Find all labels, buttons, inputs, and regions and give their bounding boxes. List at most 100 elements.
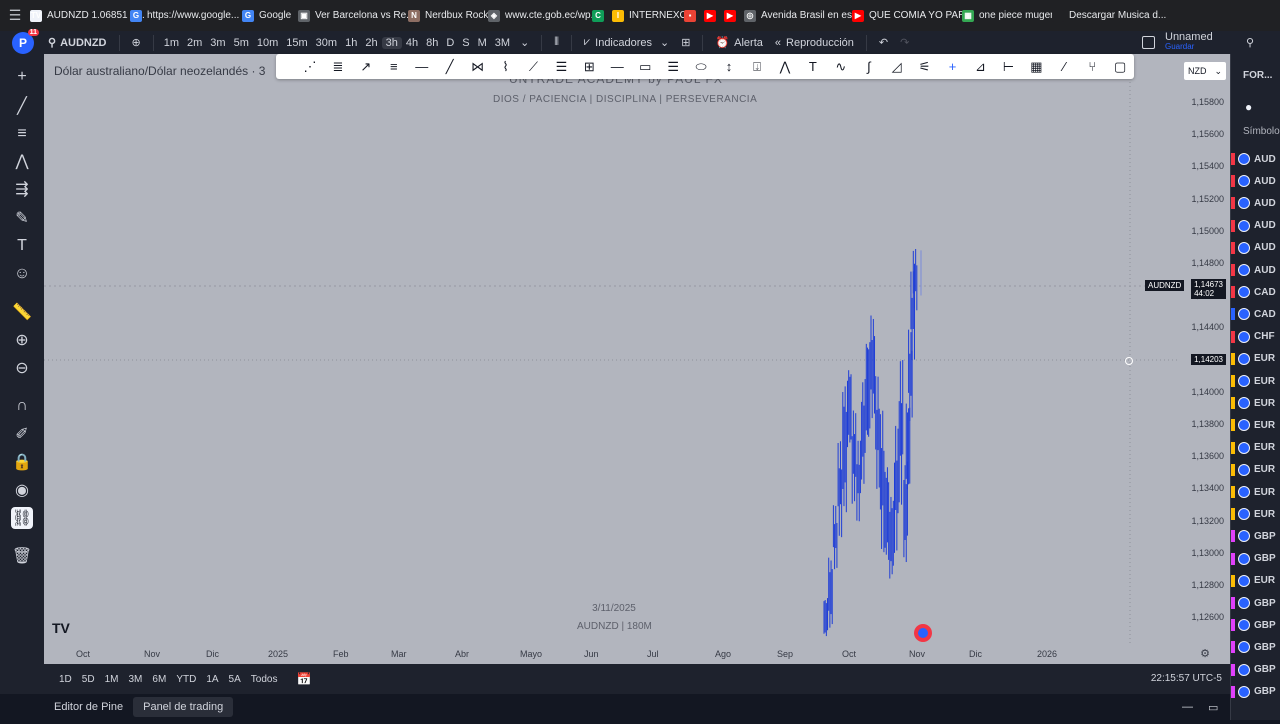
magnet-tool[interactable]: ∩ xyxy=(11,395,33,417)
watchlist-row[interactable]: EUR xyxy=(1231,570,1280,592)
watchlist-row[interactable]: AUD xyxy=(1231,215,1280,237)
watchlist-row[interactable]: GBP xyxy=(1231,681,1280,703)
bookmark-item[interactable]: I INTERNEXO xyxy=(606,0,687,31)
icon-tool[interactable]: ☺ xyxy=(11,263,33,285)
menu-icon[interactable]: ☰ xyxy=(6,0,24,31)
panel-tab[interactable]: Editor de Pine xyxy=(44,697,133,717)
timeframe-button[interactable]: 2h xyxy=(361,37,381,49)
timeframe-button[interactable]: 3m xyxy=(206,37,229,49)
zoom-in-tool[interactable]: ⊕ xyxy=(11,329,33,351)
watchlist-row[interactable]: EUR xyxy=(1231,414,1280,436)
forecast-tool[interactable]: ⇶ xyxy=(11,178,33,200)
horizontal-line-tool[interactable]: — xyxy=(408,56,436,78)
bookmark-item[interactable]: ▶ xyxy=(698,0,718,31)
text-note-tool[interactable]: ⌇ xyxy=(492,56,520,78)
watchlist-row[interactable]: GBP xyxy=(1231,548,1280,570)
redo-button[interactable]: ↷ xyxy=(894,36,915,49)
crosshair-tool[interactable]: + xyxy=(11,66,33,88)
timeframe-button[interactable]: 3h xyxy=(381,36,402,49)
watchlist-row[interactable]: GBP xyxy=(1231,614,1280,636)
settings-icon[interactable]: ⚙ xyxy=(1200,647,1210,660)
watchlist-row[interactable]: EUR xyxy=(1231,437,1280,459)
timeframe-button[interactable]: 30m xyxy=(312,37,341,49)
brush-tool[interactable]: ✎ xyxy=(11,207,33,229)
measure-tool[interactable]: 📏 xyxy=(11,301,33,323)
timeframe-button[interactable]: 1m xyxy=(160,37,183,49)
grid-tool[interactable]: ▦ xyxy=(1022,56,1050,78)
watchlist-row[interactable]: GBP xyxy=(1231,525,1280,547)
bookmark-item[interactable]: N Nerdbux Rocks! xyxy=(402,0,496,31)
alert-button[interactable]: ⏰ Alerta xyxy=(709,36,768,50)
rectangle-tool[interactable]: ▭ xyxy=(631,56,659,78)
goto-date-icon[interactable]: 📅 xyxy=(296,672,311,686)
quick-search-button[interactable]: ⚲ xyxy=(1240,36,1260,49)
pitchfork-tool[interactable]: ⋰ xyxy=(296,56,324,78)
range-button[interactable]: 3M xyxy=(124,674,148,685)
xabcd-pattern-tool[interactable]: ⋈ xyxy=(464,56,492,78)
range-button[interactable]: 1D xyxy=(54,674,77,685)
watchlist-row[interactable]: CAD xyxy=(1231,303,1280,325)
bookmark-item[interactable]: G Google xyxy=(236,0,292,31)
timeframe-dropdown[interactable]: ⌄ xyxy=(514,36,535,49)
bookmark-item[interactable]: ▣ Ver Barcelona vs Re... xyxy=(292,0,415,31)
range-button[interactable]: 5D xyxy=(77,674,100,685)
lines-tool[interactable]: ☰ xyxy=(659,56,687,78)
range-button[interactable]: Todos xyxy=(246,674,283,685)
timeframe-button[interactable]: M xyxy=(474,37,491,49)
watchlist-row[interactable]: AUD xyxy=(1231,170,1280,192)
range-button[interactable]: 1A xyxy=(201,674,223,685)
bookmark-item[interactable]: TV AUDNZD 1.06851 A... xyxy=(24,0,145,31)
watchlist-row[interactable]: CAD xyxy=(1231,281,1280,303)
zoom-out-tool[interactable]: ⊖ xyxy=(11,357,33,379)
fib-tool[interactable]: ≡ xyxy=(11,123,33,145)
watchlist-column-header[interactable]: Símbolo xyxy=(1243,126,1280,137)
hide-tool[interactable]: ◉ xyxy=(11,479,33,501)
sync-drawings-tool[interactable]: ⛓ xyxy=(11,507,33,529)
watchlist-row[interactable]: AUD xyxy=(1231,148,1280,170)
add-symbol-button[interactable]: ⊕ xyxy=(126,36,147,49)
clock[interactable]: 22:15:57 UTC-5 xyxy=(1151,673,1222,684)
chart-type-button[interactable]: ⫴ xyxy=(548,36,565,49)
watchlist-row[interactable]: GBP xyxy=(1231,592,1280,614)
watchlist-row[interactable]: EUR xyxy=(1231,481,1280,503)
watchlist-row[interactable]: AUD xyxy=(1231,192,1280,214)
profile-avatar[interactable]: P 11 xyxy=(12,28,39,54)
bookmark-item[interactable]: ◎ Avenida Brasil en es... xyxy=(738,0,860,31)
bookmark-item[interactable]: Ghttps://www.google... xyxy=(124,0,239,31)
bookmark-item[interactable]: Descargar Musica d... xyxy=(1046,0,1166,31)
timeframe-button[interactable]: 5m xyxy=(230,37,253,49)
bookmark-item[interactable]: ▪ xyxy=(678,0,698,31)
parallel-channel-tool[interactable]: ≣ xyxy=(324,56,352,78)
symbol-search-button[interactable]: ⚲ AUDNZD xyxy=(48,36,107,50)
lock-tool[interactable]: 🔒 xyxy=(11,451,33,473)
price-axis[interactable]: 1,15800 1,15600 1,15400 1,15200 1,15000 1,148… xyxy=(1180,54,1230,664)
timeframe-button[interactable]: 3M xyxy=(491,37,514,49)
curve-tool[interactable]: ∿ xyxy=(827,56,855,78)
symbol-legend[interactable]: Dólar australiano/Dólar neozelandés · 3 xyxy=(54,64,265,78)
range-button[interactable]: YTD xyxy=(171,674,201,685)
extended-line-tool[interactable]: ⁄ xyxy=(1050,56,1078,78)
table-tool[interactable]: ⊞ xyxy=(575,56,603,78)
watchlist-row[interactable]: AUD xyxy=(1231,259,1280,281)
watchlist-row[interactable]: AUD xyxy=(1231,237,1280,259)
watchlist-title[interactable]: FOR... xyxy=(1243,70,1272,81)
timeframe-button[interactable]: D xyxy=(442,37,458,49)
angle-tool[interactable]: ⊿ xyxy=(967,56,995,78)
timeframe-button[interactable]: 4h xyxy=(402,37,422,49)
bookmark-item[interactable]: ▶ QUE COMIA YO PAR... xyxy=(846,0,974,31)
pattern-tool[interactable]: ⋀ xyxy=(11,150,33,172)
callout-tool[interactable]: ▢ xyxy=(1106,56,1134,78)
text-tool[interactable]: T xyxy=(799,56,827,78)
brush-tool[interactable]: ⚟ xyxy=(911,56,939,78)
range-button[interactable]: 5A xyxy=(224,674,246,685)
timeframe-button[interactable]: 1h xyxy=(341,37,361,49)
watchlist-row[interactable]: EUR xyxy=(1231,459,1280,481)
currency-selector[interactable]: NZD ⌄ xyxy=(1184,62,1226,80)
anchor-tool[interactable]: ⍗ xyxy=(743,56,771,78)
fork-tool[interactable]: ⑂ xyxy=(1078,56,1106,78)
bookmark-item[interactable]: ▦ one piece mugen xyxy=(956,0,1056,31)
timeframe-button[interactable]: 8h xyxy=(422,37,442,49)
fib-levels-tool[interactable]: ≡ xyxy=(380,56,408,78)
replay-button[interactable]: « Reproducción xyxy=(769,37,860,49)
timeframe-button[interactable]: 2m xyxy=(183,37,206,49)
